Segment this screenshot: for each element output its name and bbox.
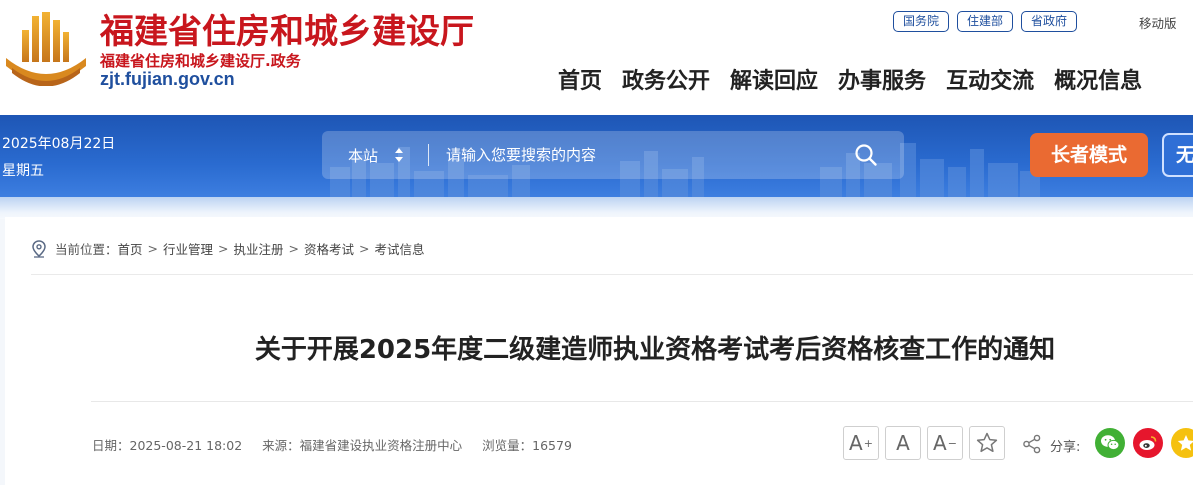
breadcrumb-item-registration[interactable]: 执业注册 [234,239,284,258]
mobile-version-link[interactable]: 移动版 [1139,13,1177,32]
favorite-button[interactable] [969,426,1005,460]
nav-item-gov-affairs[interactable]: 政务公开 [622,63,710,95]
main-nav: 首页 政务公开 解读回应 办事服务 互动交流 概况信息 [558,63,1142,95]
font-decrease-mark: − [947,436,957,450]
location-pin-icon [32,239,46,258]
search-box: 本站 [322,131,904,179]
accessibility-button[interactable]: 无障碍 [1162,133,1193,177]
font-decrease-button[interactable]: A − [927,426,963,460]
nav-item-services[interactable]: 办事服务 [838,63,926,95]
wechat-icon [1101,435,1120,451]
article-title: 关于开展2025年度二级建造师执业资格考试考后资格核查工作的通知 [254,335,1056,365]
breadcrumb-item-home[interactable]: 首页 [118,239,143,258]
site-subtitle: 福建省住房和城乡建设厅.政务 [100,52,301,70]
share-wechat-button[interactable] [1095,428,1125,458]
font-tools: A + A A − [843,426,1005,460]
site-title[interactable]: 福建省住房和城乡建设厅 [100,4,474,53]
article-source: 来源：福建省建设执业资格注册中心 [262,438,463,453]
font-reset-button[interactable]: A [885,426,921,460]
font-increase-icon: A [849,431,863,455]
nav-item-overview[interactable]: 概况信息 [1054,63,1142,95]
breadcrumb-prefix: 当前位置： [55,242,118,257]
share-label: 分享: [1050,440,1081,455]
banner-fade [0,197,1193,219]
top-link-mohurd[interactable]: 住建部 [957,11,1014,32]
font-increase-mark: + [863,436,873,450]
search-icon[interactable] [854,143,878,167]
search-divider [428,144,429,166]
font-increase-button[interactable]: A + [843,426,879,460]
top-link-state-council[interactable]: 国务院 [893,11,950,32]
nav-item-interaction[interactable]: 互动交流 [946,63,1034,95]
breadcrumb-separator: > [359,241,370,256]
top-link-province-gov[interactable]: 省政府 [1021,11,1078,32]
breadcrumb-item-qualification-exam[interactable]: 资格考试 [304,239,354,258]
nav-item-home[interactable]: 首页 [558,63,602,95]
article-views: 浏览量：16579 [482,438,572,453]
current-weekday: 星期五 [2,163,44,179]
search-input[interactable] [446,143,846,167]
site-logo-emblem[interactable] [4,10,88,86]
article-date: 日期：2025-08-21 18:02 [92,438,243,453]
content-area: 当前位置： 首页 > 行业管理 > 执业注册 > 资格考试 > 考试信息 关于开… [0,197,1193,485]
share-weibo-button[interactable] [1133,428,1163,458]
site-header: 福建省住房和城乡建设厅 福建省住房和城乡建设厅.政务 zjt.fujian.go… [0,0,1193,115]
star-icon [976,432,998,453]
breadcrumb-separator: > [288,241,300,256]
breadcrumb-item-exam-info[interactable]: 考试信息 [375,239,425,258]
breadcrumb-item-industry[interactable]: 行业管理 [163,239,213,258]
site-domain: zjt.fujian.gov.cn [100,69,235,89]
sort-arrows-icon[interactable] [394,144,404,166]
elder-mode-button[interactable]: 长者模式 [1030,133,1148,177]
title-divider [91,401,1193,402]
article-card: 当前位置： 首页 > 行业管理 > 执业注册 > 资格考试 > 考试信息 关于开… [5,217,1193,485]
breadcrumb: 当前位置： 首页 > 行业管理 > 执业注册 > 资格考试 > 考试信息 [31,239,425,258]
weibo-icon [1139,436,1157,450]
top-links: 国务院 住建部 省政府 [893,11,1078,32]
font-reset-icon: A [896,431,910,455]
search-banner: 2025年08月22日 星期五 本站 长者模式 无障碍 [0,115,1193,197]
breadcrumb-divider [31,274,1193,275]
font-decrease-icon: A [933,431,947,455]
qzone-icon [1177,435,1193,451]
nav-item-interpretation[interactable]: 解读回应 [730,63,818,95]
search-scope-select[interactable]: 本站 [348,145,378,166]
breadcrumb-separator: > [147,241,159,256]
current-date: 2025年08月22日 [2,136,116,152]
share-icon [1023,434,1041,454]
share-qzone-button[interactable] [1171,428,1193,458]
article-meta: 日期：2025-08-21 18:02 来源：福建省建设执业资格注册中心 浏览量… [92,435,572,454]
breadcrumb-separator: > [218,241,229,256]
